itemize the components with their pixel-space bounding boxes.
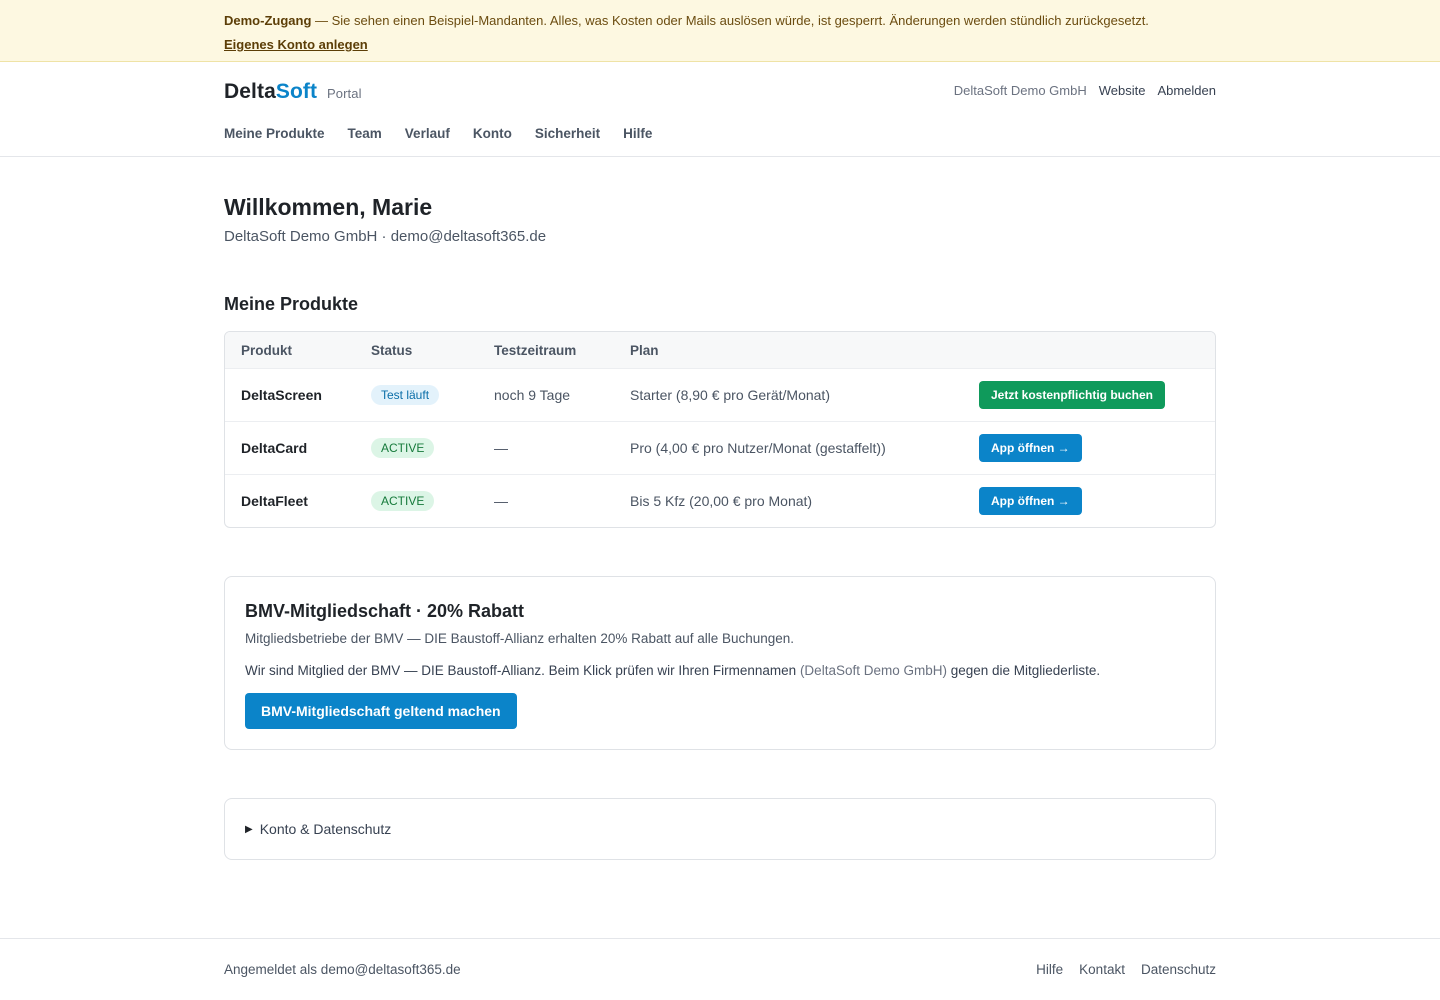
nav-item-products[interactable]: Meine Produkte: [224, 126, 325, 141]
nav-item-team[interactable]: Team: [348, 126, 382, 141]
column-header-plan: Plan: [630, 342, 659, 358]
user-subline: DeltaSoft Demo GmbH · demo@deltasoft365.…: [224, 228, 547, 245]
brand-delta: Delta: [224, 80, 276, 103]
bmv-info-before: Wir sind Mitglied der BMV — DIE Baustoff…: [245, 663, 800, 678]
demo-banner-title: Demo-Zugang: [224, 13, 312, 28]
header: DeltaSoft Portal DeltaSoft Demo GmbH Web…: [0, 62, 1440, 157]
status-badge: Test läuft: [371, 385, 440, 405]
status-badge: ACTIVE: [371, 438, 435, 458]
bmv-title: BMV-Mitgliedschaft · 20% Rabatt: [245, 601, 525, 621]
nav-item-history[interactable]: Verlauf: [405, 126, 450, 141]
brand-soft: Soft: [275, 80, 318, 103]
main-content: Willkommen, Marie DeltaSoft Demo GmbH · …: [224, 192, 1216, 860]
page-title: Willkommen, Marie: [224, 194, 433, 220]
plan-text: Pro (4,00 € pro Nutzer/Monat (gestaffelt…: [630, 440, 886, 456]
footer: Angemeldet als demo@deltasoft365.de Hilf…: [0, 938, 1440, 1000]
footer-link-help[interactable]: Hilfe: [1036, 962, 1063, 977]
footer-links: Hilfe Kontakt Datenschutz: [1036, 962, 1216, 977]
open-app-button[interactable]: App öffnen →: [979, 487, 1082, 515]
logged-in-as: Angemeldet als demo@deltasoft365.de: [224, 962, 461, 977]
plan-text: Starter (8,90 € pro Gerät/Monat): [630, 387, 830, 403]
trial-period: —: [494, 440, 508, 456]
account-privacy-details[interactable]: ▶ Konto & Datenschutz: [224, 798, 1216, 860]
plan-text: Bis 5 Kfz (20,00 € pro Monat): [630, 493, 813, 509]
nav-item-help[interactable]: Hilfe: [623, 126, 652, 141]
brand-logo[interactable]: DeltaSoft Portal: [224, 80, 362, 104]
create-account-link[interactable]: Eigenes Konto anlegen: [224, 37, 368, 52]
column-header-trial: Testzeitraum: [494, 342, 577, 358]
footer-link-privacy[interactable]: Datenschutz: [1141, 962, 1216, 977]
table-row: DeltaFleet ACTIVE — Bis 5 Kfz (20,00 € p…: [225, 474, 1215, 527]
main-nav: Meine Produkte Team Verlauf Konto Sicher…: [224, 126, 652, 141]
open-app-button[interactable]: App öffnen →: [979, 434, 1082, 462]
book-now-button[interactable]: Jetzt kostenpflichtig buchen: [979, 381, 1166, 409]
website-link[interactable]: Website: [1099, 83, 1146, 98]
disclosure-triangle-icon: ▶: [245, 823, 253, 835]
demo-banner-message: — Sie sehen einen Beispiel-Mandanten. Al…: [311, 13, 1149, 28]
footer-link-contact[interactable]: Kontakt: [1079, 962, 1125, 977]
trial-period: —: [494, 493, 508, 509]
org-name: DeltaSoft Demo GmbH: [953, 83, 1087, 98]
nav-item-security[interactable]: Sicherheit: [535, 126, 600, 141]
bmv-info: Wir sind Mitglied der BMV — DIE Baustoff…: [245, 661, 1195, 681]
table-row: DeltaCard ACTIVE — Pro (4,00 € pro Nutze…: [225, 421, 1215, 474]
products-heading: Meine Produkte: [224, 294, 359, 314]
claim-bmv-button[interactable]: BMV-Mitgliedschaft geltend machen: [245, 693, 517, 729]
table-header-row: Produkt Status Testzeitraum Plan: [225, 332, 1215, 368]
bmv-description: Mitgliedsbetriebe der BMV — DIE Baustoff…: [245, 631, 795, 646]
column-header-status: Status: [371, 342, 413, 358]
trial-period: noch 9 Tage: [494, 387, 571, 403]
demo-banner-text: Demo-Zugang — Sie sehen einen Beispiel-M…: [224, 9, 1440, 33]
demo-banner: Demo-Zugang — Sie sehen einen Beispiel-M…: [0, 0, 1440, 62]
bmv-membership-card: BMV-Mitgliedschaft · 20% Rabatt Mitglied…: [224, 576, 1216, 750]
status-badge: ACTIVE: [371, 491, 435, 511]
brand-portal: Portal: [327, 86, 362, 101]
products-table: Produkt Status Testzeitraum Plan DeltaSc…: [224, 331, 1216, 528]
product-name: DeltaCard: [241, 440, 308, 456]
product-name: DeltaScreen: [241, 387, 322, 403]
product-name: DeltaFleet: [241, 493, 308, 509]
header-account-links: DeltaSoft Demo GmbH Website Abmelden: [954, 83, 1216, 98]
table-row: DeltaScreen Test läuft noch 9 Tage Start…: [225, 368, 1215, 421]
nav-item-account[interactable]: Konto: [473, 126, 512, 141]
bmv-info-org: (DeltaSoft Demo GmbH): [799, 663, 947, 678]
column-header-product: Produkt: [241, 342, 293, 358]
details-label: Konto & Datenschutz: [259, 821, 392, 837]
bmv-info-after: gegen die Mitgliederliste.: [946, 663, 1101, 678]
logout-link[interactable]: Abmelden: [1157, 83, 1216, 98]
